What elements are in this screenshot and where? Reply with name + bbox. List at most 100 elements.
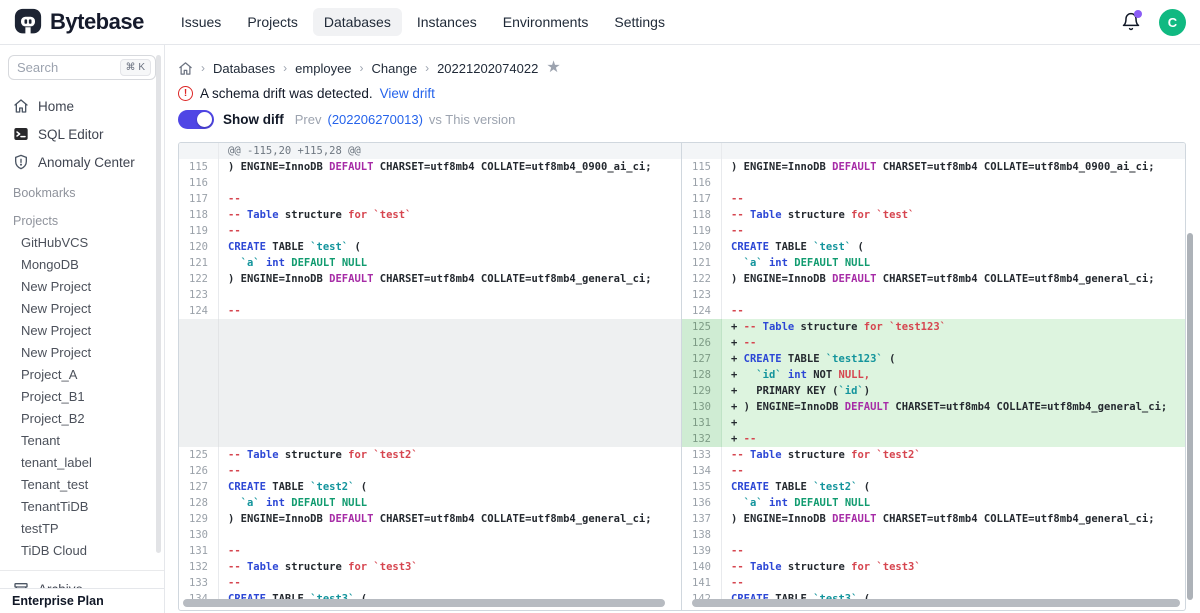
sidebar-project-item[interactable]: TenantTiDB [0, 496, 164, 518]
diff-row: 128 `a` int DEFAULT NULL [179, 495, 681, 511]
code-line [219, 287, 681, 303]
line-number: 139 [682, 543, 722, 559]
line-number: 127 [179, 479, 219, 495]
line-number [682, 143, 722, 159]
code-line: ) ENGINE=InnoDB DEFAULT CHARSET=utf8mb4 … [722, 271, 1185, 287]
top-nav-item-projects[interactable]: Projects [236, 8, 309, 36]
diff-row: 115) ENGINE=InnoDB DEFAULT CHARSET=utf8m… [682, 159, 1185, 175]
search-input[interactable]: Search ⌘ K [8, 55, 156, 80]
line-number: 135 [682, 479, 722, 495]
breadcrumb-item[interactable]: 20221202074022 [437, 61, 538, 76]
view-drift-link[interactable]: View drift [380, 86, 435, 101]
code-line: -- Table structure for `test3` [722, 559, 1185, 575]
sidebar-item-home[interactable]: Home [0, 92, 164, 120]
diff-row: 125+ -- Table structure for `test123` [682, 319, 1185, 335]
sidebar-project-item[interactable]: New Project [0, 342, 164, 364]
line-number: 136 [682, 495, 722, 511]
page-vertical-scrollbar[interactable] [1187, 233, 1193, 600]
sidebar-project-item[interactable]: New Project [0, 276, 164, 298]
sidebar-project-item[interactable]: New Project [0, 320, 164, 342]
vs-this-version-label: vs This version [429, 112, 515, 127]
code-line: + -- [722, 335, 1185, 351]
diff-this-version-column: 115) ENGINE=InnoDB DEFAULT CHARSET=utf8m… [682, 143, 1185, 610]
sidebar-project-item[interactable]: TiDB Cloud [0, 540, 164, 562]
diff-row: 133-- Table structure for `test2` [682, 447, 1185, 463]
home-icon [13, 98, 29, 114]
sidebar-project-item[interactable]: Tenant_test [0, 474, 164, 496]
sidebar-project-item[interactable]: Project_B1 [0, 386, 164, 408]
bytebase-logo[interactable]: Bytebase [14, 8, 144, 36]
sidebar-scrollbar[interactable] [156, 55, 161, 553]
code-line [219, 319, 681, 335]
top-nav-item-databases[interactable]: Databases [313, 8, 402, 36]
alert-message: A schema drift was detected. [200, 86, 373, 101]
code-line: -- [722, 575, 1185, 591]
show-diff-toggle[interactable] [178, 110, 214, 129]
code-line: `a` int DEFAULT NULL [219, 255, 681, 271]
sidebar-project-item[interactable]: MongoDB [0, 254, 164, 276]
diff-row: 122) ENGINE=InnoDB DEFAULT CHARSET=utf8m… [179, 271, 681, 287]
line-number: 120 [682, 239, 722, 255]
code-line: + CREATE TABLE `test123` ( [722, 351, 1185, 367]
breadcrumb-separator: › [283, 61, 287, 75]
top-nav-item-environments[interactable]: Environments [492, 8, 600, 36]
sidebar-project-item[interactable]: testTP [0, 518, 164, 540]
sidebar: Search ⌘ K Home SQL Editor Anomaly Cente… [0, 45, 165, 613]
star-icon[interactable]: ★ [546, 61, 560, 75]
sidebar-project-item[interactable]: Tenant [0, 430, 164, 452]
brand-name: Bytebase [50, 9, 144, 35]
top-nav-item-instances[interactable]: Instances [406, 8, 488, 36]
sidebar-project-item[interactable]: New Project [0, 298, 164, 320]
breadcrumb-item[interactable]: Databases [213, 61, 275, 76]
user-avatar[interactable]: C [1159, 9, 1186, 36]
prev-version-link[interactable]: (202206270013) [327, 112, 422, 127]
diff-row [179, 415, 681, 431]
diff-row: 129) ENGINE=InnoDB DEFAULT CHARSET=utf8m… [179, 511, 681, 527]
code-line: -- [722, 543, 1185, 559]
top-nav-item-issues[interactable]: Issues [170, 8, 232, 36]
line-number: 116 [682, 175, 722, 191]
schema-drift-alert: ! A schema drift was detected. View drif… [178, 86, 1200, 101]
diff-row: 132+ -- [682, 431, 1185, 447]
line-number [179, 143, 219, 159]
top-nav-item-settings[interactable]: Settings [603, 8, 676, 36]
diff-row: 119-- [179, 223, 681, 239]
sidebar-project-item[interactable]: GitHubVCS [0, 232, 164, 254]
diff-row: 123 [682, 287, 1185, 303]
line-number: 124 [179, 303, 219, 319]
code-line: `a` int DEFAULT NULL [722, 255, 1185, 271]
code-line [219, 415, 681, 431]
alert-icon: ! [178, 86, 193, 101]
right-horizontal-scrollbar[interactable] [692, 599, 1180, 607]
code-line: -- [219, 463, 681, 479]
breadcrumb-separator: › [201, 61, 205, 75]
line-number: 130 [682, 399, 722, 415]
sidebar-section-bookmarks: Bookmarks [0, 176, 164, 204]
line-number: 123 [179, 287, 219, 303]
line-number: 120 [179, 239, 219, 255]
top-navigation-bar: Bytebase IssuesProjectsDatabasesInstance… [0, 0, 1200, 45]
breadcrumb-item[interactable]: employee [295, 61, 351, 76]
schema-diff-panel: @@ -115,20 +115,28 @@115) ENGINE=InnoDB … [178, 142, 1186, 611]
line-number: 122 [682, 271, 722, 287]
sidebar-item-sql-editor[interactable]: SQL Editor [0, 120, 164, 148]
sql-editor-icon [13, 126, 29, 142]
code-line [219, 335, 681, 351]
sidebar-item-anomaly-center[interactable]: Anomaly Center [0, 148, 164, 176]
breadcrumb-home-icon[interactable] [178, 61, 193, 76]
diff-row: 119-- [682, 223, 1185, 239]
sidebar-section-projects: Projects [0, 204, 164, 232]
code-line [219, 367, 681, 383]
sidebar-project-item[interactable]: Project_A [0, 364, 164, 386]
sidebar-project-item[interactable]: Project_B2 [0, 408, 164, 430]
line-number: 130 [179, 527, 219, 543]
line-number [179, 415, 219, 431]
code-line: -- [722, 223, 1185, 239]
diff-row: 121 `a` int DEFAULT NULL [682, 255, 1185, 271]
notifications-button[interactable] [1121, 12, 1141, 32]
breadcrumb-item[interactable]: Change [372, 61, 418, 76]
code-line: `a` int DEFAULT NULL [722, 495, 1185, 511]
sidebar-project-item[interactable]: tenant_label [0, 452, 164, 474]
diff-previous-version-column: @@ -115,20 +115,28 @@115) ENGINE=InnoDB … [179, 143, 682, 610]
left-horizontal-scrollbar[interactable] [183, 599, 665, 607]
